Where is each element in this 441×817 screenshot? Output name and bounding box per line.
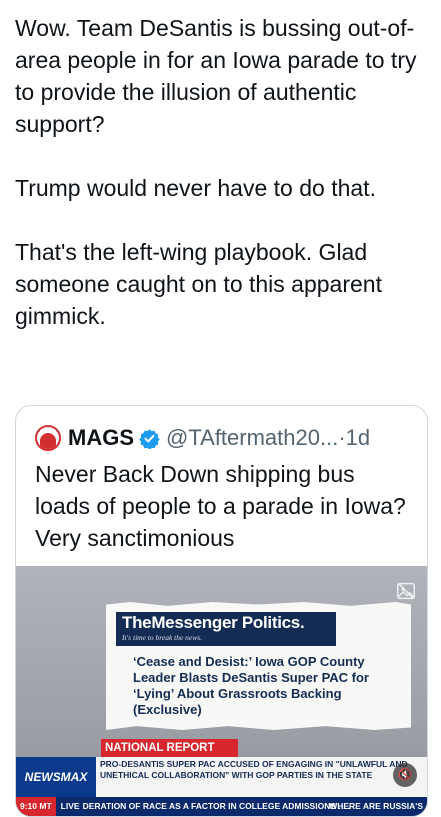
lower-third-text: PRO-DESANTIS SUPER PAC ACCUSED OF ENGAGI… — [100, 759, 408, 780]
quoted-tweet-media[interactable]: TheMessenger Politics. It's time to brea… — [16, 566, 427, 816]
separator-dot: · — [338, 425, 346, 450]
quoted-tweet-text: Never Back Down shipping bus loads of pe… — [35, 461, 406, 551]
tweet-text: Wow. Team DeSantis is bussing out-of-are… — [15, 12, 430, 332]
quoted-tweet[interactable]: MAGS @TAftermath20... · 1d Never Back Do… — [15, 405, 428, 817]
tweet-paragraph: That's the left-wing playbook. Glad some… — [15, 239, 382, 329]
tweet-paragraph: Trump would never have to do that. — [15, 175, 376, 201]
verified-badge-icon — [139, 428, 160, 449]
brand-section: Politics. — [241, 613, 305, 632]
tweet-paragraph: Wow. Team DeSantis is bussing out-of-are… — [15, 15, 417, 137]
quoted-author-handle[interactable]: @TAftermath20... — [166, 425, 338, 451]
news-ticker: NATIONAL REPORT NEWSMAX PRO-DESANTIS SUP… — [16, 739, 427, 816]
brand-name: TheMessenger — [122, 613, 238, 632]
quoted-tweet-time[interactable]: 1d — [346, 425, 370, 451]
network-logo: NEWSMAX — [16, 757, 96, 797]
quoted-tweet-header: MAGS @TAftermath20... · 1d — [35, 424, 370, 452]
news-clipping: TheMessenger Politics. It's time to brea… — [106, 602, 411, 730]
news-label: NATIONAL REPORT — [101, 739, 238, 757]
quoted-author-name[interactable]: MAGS — [68, 425, 134, 451]
brand-tagline: It's time to break the news. — [122, 633, 203, 642]
avatar[interactable] — [35, 425, 61, 451]
alt-image-icon[interactable] — [395, 580, 417, 602]
article-headline: ‘Cease and Desist:’ Iowa GOP County Lead… — [133, 654, 369, 717]
messenger-brand-logo: TheMessenger Politics. It's time to brea… — [116, 612, 336, 646]
mute-icon[interactable]: 🔇 — [393, 763, 417, 787]
